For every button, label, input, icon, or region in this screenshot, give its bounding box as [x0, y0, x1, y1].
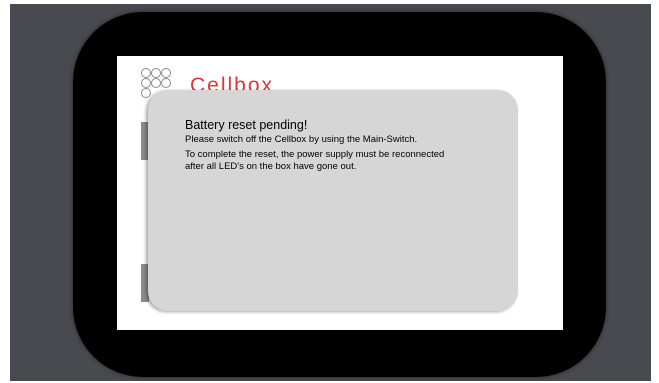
dialog-message-line: To complete the reset, the power supply … [185, 149, 445, 160]
dialog-message-line: after all LED's on the box have gone out… [185, 161, 357, 172]
battery-reset-dialog: Battery reset pending! Please switch off… [148, 90, 518, 311]
dialog-message-line: Please switch off the Cellbox by using t… [185, 134, 418, 145]
viewport: Cellbox Battery reset pending! Please sw… [0, 0, 659, 383]
dialog-title: Battery reset pending! [185, 118, 308, 132]
